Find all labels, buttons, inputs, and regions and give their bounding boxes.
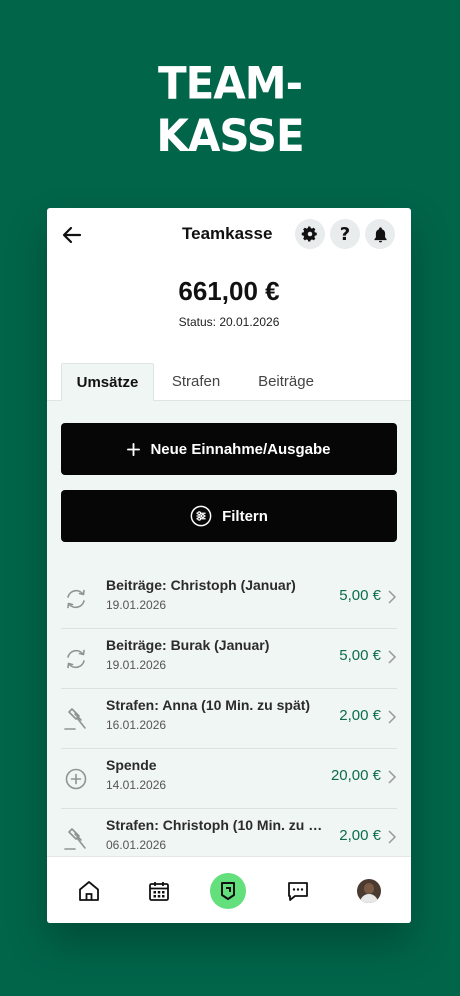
transaction-date: 06.01.2026 <box>106 838 167 852</box>
transaction-list: Beiträge: Christoph (Januar) 19.01.2026 … <box>61 569 397 856</box>
transaction-title: Beiträge: Christoph (Januar) <box>106 577 296 593</box>
transaction-title: Beiträge: Burak (Januar) <box>106 637 270 653</box>
transaction-date: 16.01.2026 <box>106 718 167 732</box>
tab-umsaetze[interactable]: Umsätze <box>61 363 154 402</box>
transaction-amount: 5,00 € <box>339 647 381 664</box>
back-button[interactable] <box>61 224 83 246</box>
refresh-icon <box>67 589 85 609</box>
nav-profile[interactable] <box>351 873 387 909</box>
transaction-row[interactable]: Strafen: Anna (10 Min. zu spät) 16.01.20… <box>61 689 397 749</box>
bottom-navigation <box>47 856 411 923</box>
tab-strafen[interactable]: Strafen <box>160 363 232 401</box>
transaction-row[interactable]: Beiträge: Burak (Januar) 19.01.2026 5,00… <box>61 629 397 689</box>
balance-status-date: Status: 20.01.2026 <box>178 315 280 329</box>
new-entry-button[interactable]: Neue Einnahme/Ausgabe <box>61 423 397 475</box>
arrow-left-icon <box>62 226 82 244</box>
nav-home[interactable] <box>71 873 107 909</box>
bell-icon <box>373 226 387 242</box>
chevron-right-icon <box>388 590 397 604</box>
balance-amount: 661,00 € <box>178 276 280 306</box>
chevron-right-icon <box>388 650 397 664</box>
page-title: Teamkasse <box>182 224 273 243</box>
transaction-row[interactable]: Beiträge: Christoph (Januar) 19.01.2026 … <box>61 569 397 629</box>
hero-line-2: KASSE <box>156 110 304 162</box>
top-bar: Teamkasse ? <box>47 208 411 262</box>
nav-chat[interactable] <box>280 873 316 909</box>
transaction-date: 14.01.2026 <box>106 778 167 792</box>
transaction-title: Spende <box>106 757 157 773</box>
transaction-date: 19.01.2026 <box>106 658 167 672</box>
plus-icon <box>127 442 141 456</box>
filter-icon <box>190 505 212 527</box>
tab-beitraege[interactable]: Beiträge <box>247 363 325 401</box>
plus-circle-icon <box>65 768 87 790</box>
settings-button[interactable] <box>295 219 325 249</box>
hero-line-1: TEAM- <box>157 57 303 109</box>
filter-label: Filtern <box>222 507 268 525</box>
chevron-right-icon <box>388 710 397 724</box>
calendar-icon <box>149 882 169 901</box>
transaction-amount: 2,00 € <box>339 827 381 844</box>
new-entry-label: Neue Einnahme/Ausgabe <box>150 440 331 458</box>
nav-calendar[interactable] <box>141 873 177 909</box>
question-icon: ? <box>339 223 351 245</box>
gavel-icon <box>64 828 86 850</box>
transaction-amount: 2,00 € <box>339 707 381 724</box>
gavel-icon <box>64 708 86 730</box>
tab-bar: Umsätze Strafen Beiträge <box>47 363 411 402</box>
home-icon <box>79 881 99 901</box>
gear-icon <box>301 226 317 242</box>
help-button[interactable]: ? <box>330 219 360 249</box>
filter-button[interactable]: Filtern <box>61 490 397 542</box>
chevron-right-icon <box>388 830 397 844</box>
transaction-title: Strafen: Anna (10 Min. zu spät) <box>106 697 311 713</box>
transaction-amount: 20,00 € <box>330 767 381 784</box>
transaction-row[interactable]: Strafen: Christoph (10 Min. zu spät) 06.… <box>61 809 397 856</box>
transactions-panel: Neue Einnahme/Ausgabe Filtern Beiträge: … <box>47 401 411 856</box>
nav-teamkasse[interactable] <box>210 873 246 909</box>
transaction-title: Strafen: Christoph (10 Min. zu spät) <box>106 817 328 833</box>
chevron-right-icon <box>388 770 397 784</box>
transaction-row[interactable]: Spende 14.01.2026 20,00 € <box>61 749 397 809</box>
hero-title: TEAM- KASSE <box>0 58 460 163</box>
avatar <box>357 879 381 903</box>
chat-icon <box>288 882 308 901</box>
notifications-button[interactable] <box>365 219 395 249</box>
transaction-date: 19.01.2026 <box>106 598 167 612</box>
wallet-icon <box>221 882 235 900</box>
refresh-icon <box>67 649 85 669</box>
app-screen: Teamkasse ? 661,00 € Status: 20.01.2026 … <box>47 208 411 923</box>
transaction-amount: 5,00 € <box>339 587 381 604</box>
